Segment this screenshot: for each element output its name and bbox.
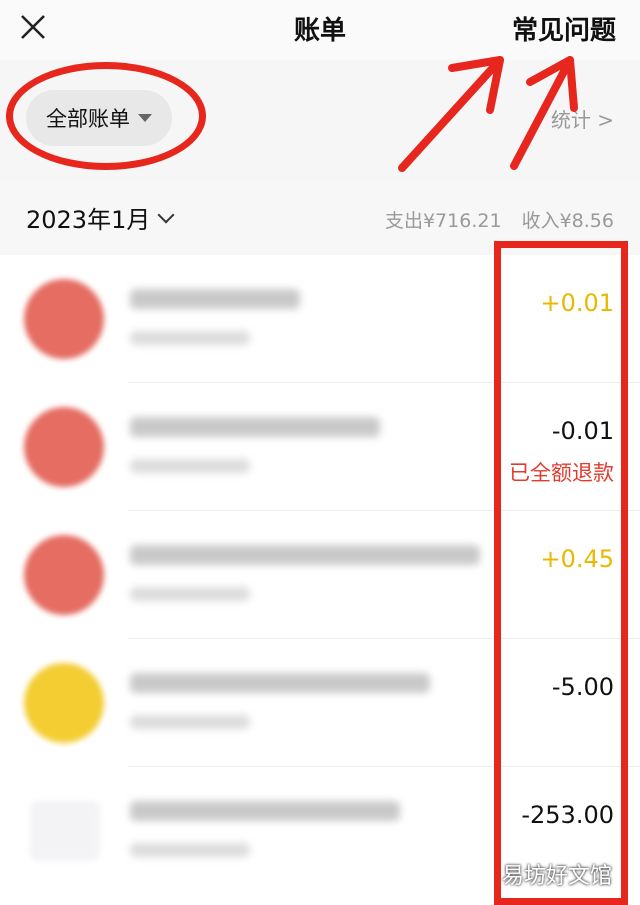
chevron-down-icon	[157, 206, 175, 223]
avatar	[24, 663, 104, 743]
annotation-rectangle	[494, 241, 628, 905]
faq-link[interactable]: 常见问题	[512, 10, 616, 47]
blurred-title	[130, 801, 400, 821]
blurred-time	[130, 843, 250, 857]
avatar	[24, 535, 104, 615]
blurred-time	[130, 331, 250, 345]
avatar	[30, 801, 100, 861]
blurred-time	[130, 587, 250, 601]
month-summary: 支出¥716.21 收入¥8.56	[371, 206, 614, 233]
income-total: 收入¥8.56	[521, 210, 614, 232]
expense-total: 支出¥716.21	[384, 210, 502, 232]
avatar	[24, 407, 104, 487]
month-label: 2023年1月	[26, 206, 151, 234]
stats-link[interactable]: 统计 >	[551, 104, 614, 133]
avatar	[24, 279, 104, 359]
watermark: 易坊好文馆	[501, 864, 612, 889]
blurred-title	[130, 673, 430, 693]
blurred-time	[130, 715, 250, 729]
month-selector[interactable]: 2023年1月	[26, 200, 175, 235]
top-bar: 账单 常见问题	[0, 0, 640, 60]
blurred-title	[130, 289, 300, 309]
blurred-time	[130, 459, 250, 473]
blurred-title	[130, 545, 480, 565]
blurred-title	[130, 417, 380, 437]
annotation-ellipse	[6, 62, 206, 170]
